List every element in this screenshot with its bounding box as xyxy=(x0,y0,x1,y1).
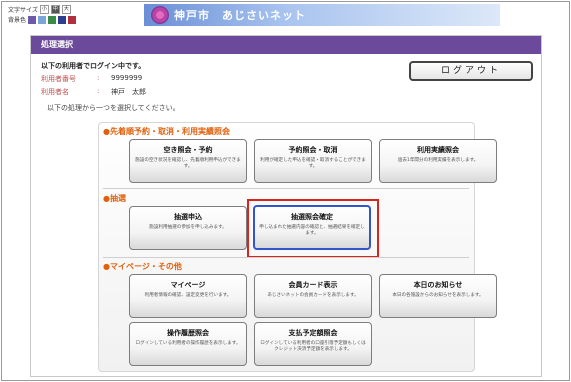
instruction-text: 以下の処理から一つを選択してください。 xyxy=(47,104,180,112)
card-title: 抽選申込 xyxy=(174,213,202,221)
font-size-small-button[interactable]: 小 xyxy=(39,5,49,14)
lottery-confirm-button[interactable]: 抽選照会確定 申し込まれた抽選内容の確認と、抽選結果を確定します。 xyxy=(253,205,371,250)
card-description: 利用者情報の確認、設定変更を行います。 xyxy=(144,293,232,298)
lottery-apply-button[interactable]: 抽選申込 施設利用抽選の参加を申し込みます。 xyxy=(129,206,247,250)
user-number-label: 利用者番号 xyxy=(41,75,76,83)
screen-frame: 文字サイズ 小 中 大 背景色 神戸市 あじさいネット 処理選択 以下の利用者で… xyxy=(1,1,570,381)
card-title: 利用実績照会 xyxy=(417,146,459,154)
usage-history-button[interactable]: 利用実績照会 過去1年間分の利用実績を表示します。 xyxy=(379,139,497,183)
background-color-label: 背景色 xyxy=(8,17,27,24)
vacancy-reserve-button[interactable]: 空き照会・予約 施設の空き状況を確認し、先着順利用申込ができます。 xyxy=(129,139,247,183)
card-description: 施設利用抽選の参加を申し込みます。 xyxy=(149,225,227,230)
font-size-label: 文字サイズ xyxy=(8,7,38,14)
user-name-label: 利用者名 xyxy=(41,88,69,96)
section-lottery-title: ●抽選 xyxy=(103,194,126,203)
card-description: 本日の各施設からのお知らせを表示します。 xyxy=(392,293,484,298)
font-size-large-button[interactable]: 大 xyxy=(61,5,71,14)
card-description: 利用が確定した申込を確認・取消することができます。 xyxy=(260,158,366,169)
section-reserve-label: 先着順予約・取消・利用実績照会 xyxy=(109,127,230,136)
font-size-selector: 文字サイズ 小 中 大 xyxy=(8,5,71,14)
section-mypage-label: マイページ・その他 xyxy=(109,262,182,271)
user-name-row: 利用者名 : 神戸 太郎 xyxy=(41,87,146,97)
section-lottery-label: 抽選 xyxy=(109,194,126,203)
top-bar: 文字サイズ 小 中 大 背景色 神戸市 あじさいネット xyxy=(2,2,569,28)
site-banner: 神戸市 あじさいネット xyxy=(144,4,500,26)
user-number-row: 利用者番号 : 9999999 xyxy=(41,74,142,84)
member-card-button[interactable]: 会員カード表示 あじさいネットの会員カードを表示します。 xyxy=(254,274,372,318)
card-title: 本日のお知らせ xyxy=(413,281,463,289)
user-number-separator: : xyxy=(97,74,100,82)
logout-button[interactable]: ログアウト xyxy=(409,61,533,81)
section-mypage-title: ●マイページ・その他 xyxy=(103,262,182,271)
card-description: ログインしている利用者の操作履歴を表示します。 xyxy=(135,341,241,346)
card-title: 操作履歴照会 xyxy=(167,329,209,337)
today-news-button[interactable]: 本日のお知らせ 本日の各施設からのお知らせを表示します。 xyxy=(379,274,497,318)
payment-schedule-button[interactable]: 支払予定額照会 ログインしている利用者の口座引落予定額もしくはクレジット決済予定… xyxy=(254,322,372,366)
color-swatch-purple[interactable] xyxy=(28,15,37,24)
section-reserve-title: ●先着順予約・取消・利用実績照会 xyxy=(103,127,230,136)
section-divider xyxy=(103,257,469,258)
card-title: 空き照会・予約 xyxy=(163,146,213,154)
card-description: 過去1年間分の利用実績を表示します。 xyxy=(397,158,479,163)
background-color-selector: 背景色 xyxy=(8,15,77,24)
reservation-cancel-button[interactable]: 予約照会・取消 利用が確定した申込を確認・取消することができます。 xyxy=(254,139,372,183)
banner-service-name: あじさいネット xyxy=(222,9,306,22)
banner-city-name: 神戸市 xyxy=(174,9,210,22)
card-title: 予約照会・取消 xyxy=(288,146,338,154)
menu-area: ●先着順予約・取消・利用実績照会 空き照会・予約 施設の空き状況を確認し、先着順… xyxy=(98,122,497,372)
card-description: ログインしている利用者の口座引落予定額もしくはクレジット決済予定額を表示します。 xyxy=(260,341,366,352)
card-title: 会員カード表示 xyxy=(288,281,338,289)
color-swatch-red[interactable] xyxy=(68,15,77,24)
card-title: 支払予定額照会 xyxy=(288,329,338,337)
font-size-medium-button[interactable]: 中 xyxy=(50,5,60,14)
card-description: 施設の空き状況を確認し、先着順利用申込ができます。 xyxy=(135,158,241,169)
card-title: マイページ xyxy=(170,281,206,289)
mypage-button[interactable]: マイページ 利用者情報の確認、設定変更を行います。 xyxy=(129,274,247,318)
process-select-panel: 処理選択 以下の利用者でログイン中です。 利用者番号 : 9999999 利用者… xyxy=(30,35,542,377)
card-title: 抽選照会確定 xyxy=(291,213,333,221)
login-status-text: 以下の利用者でログイン中です。 xyxy=(41,62,146,70)
card-description: 申し込まれた抽選内容の確認と、抽選結果を確定します。 xyxy=(259,225,365,236)
color-swatch-green[interactable] xyxy=(48,15,57,24)
section-divider xyxy=(103,188,469,189)
color-swatch-blue[interactable] xyxy=(38,15,47,24)
page-title: 処理選択 xyxy=(31,36,541,54)
operation-history-button[interactable]: 操作履歴照会 ログインしている利用者の操作履歴を表示します。 xyxy=(129,322,247,366)
hydrangea-logo-icon xyxy=(151,6,169,24)
user-name-value: 神戸 太郎 xyxy=(111,88,146,96)
user-number-value: 9999999 xyxy=(111,74,143,82)
card-description: あじさいネットの会員カードを表示します。 xyxy=(267,293,359,298)
color-swatch-navy[interactable] xyxy=(58,15,67,24)
user-name-separator: : xyxy=(97,87,100,95)
